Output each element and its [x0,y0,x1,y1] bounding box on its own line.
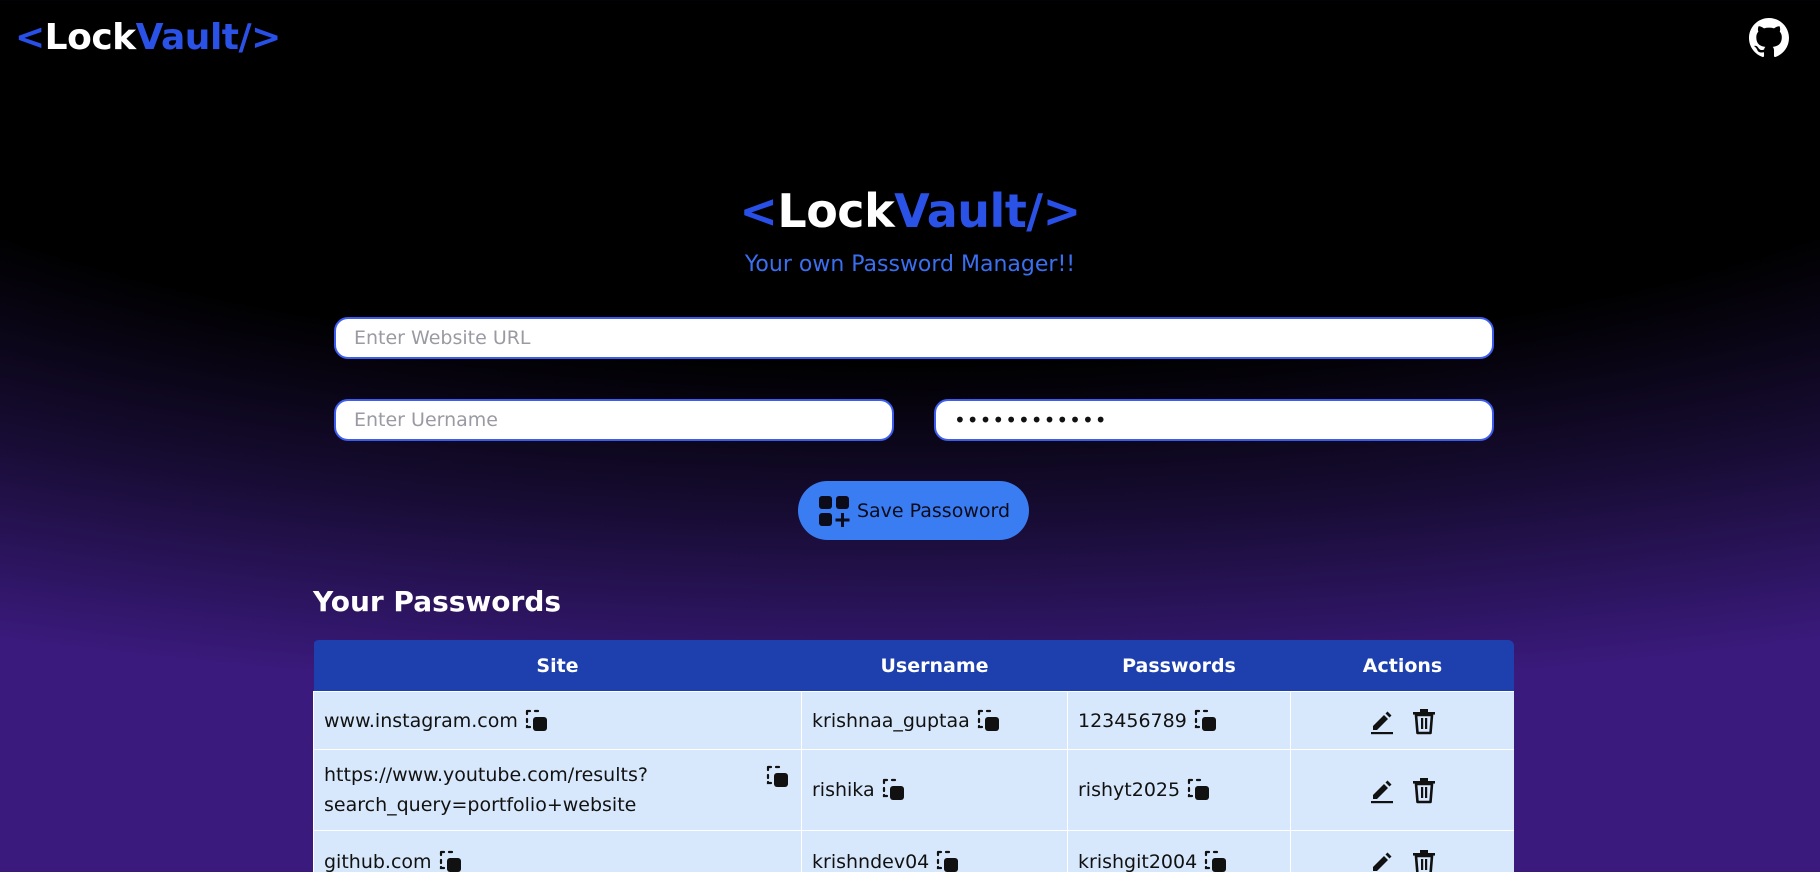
site-text-line-2: search_query=portfolio+website [324,794,637,816]
column-header-username: Username [801,640,1068,692]
password-cell: 123456789 [1067,691,1291,750]
site-text-line-1: https://www.youtube.com/results? [324,764,648,786]
passwords-heading: Your Passwords [313,585,562,618]
website-url-input[interactable] [334,317,1494,359]
delete-icon[interactable] [1410,776,1438,804]
save-password-button[interactable]: Save Passoword [798,481,1029,540]
save-button-label: Save Passoword [856,499,1011,522]
username-text[interactable]: krishndev04 [812,847,929,872]
username-cell: krishndev04 [801,830,1068,872]
column-header-site: Site [313,640,802,692]
password-text[interactable]: 123456789 [1078,706,1187,736]
username-text[interactable]: krishnaa_guptaa [812,706,970,736]
logo-vault-text: Vault/ [135,17,252,58]
column-header-passwords: Passwords [1067,640,1291,692]
username-cell: krishnaa_guptaa [801,691,1068,750]
copy-icon[interactable] [935,849,961,872]
copy-icon[interactable] [438,849,464,872]
logo-lock-text: Lock [44,17,136,58]
password-cell: krishgit2004 [1067,830,1291,872]
site-cell: github.com [313,830,802,872]
hero-logo: <LockVault/> [0,183,1820,239]
edit-icon[interactable] [1368,707,1396,735]
site-text[interactable]: https://www.youtube.com/results? search_… [324,760,648,820]
password-text[interactable]: rishyt2025 [1078,775,1180,805]
actions-cell [1290,830,1514,872]
navbar: <LockVault/> [0,0,1820,76]
copy-icon[interactable] [524,708,550,734]
actions-cell [1290,691,1514,750]
username-input[interactable] [334,399,894,441]
password-input[interactable] [934,399,1494,441]
logo-open-bracket: < [15,17,45,58]
delete-icon[interactable] [1410,707,1438,735]
column-header-actions: Actions [1290,640,1514,692]
logo-vault-text: Vault/ [894,184,1043,238]
password-cell: rishyt2025 [1067,749,1291,831]
passwords-table: Site Username Passwords Actions www.inst… [313,640,1514,872]
table-row: https://www.youtube.com/results? search_… [313,749,1514,831]
logo-open-bracket: < [739,184,778,238]
copy-icon[interactable] [1193,708,1219,734]
github-icon[interactable] [1749,18,1789,58]
copy-icon[interactable] [765,764,791,790]
edit-icon[interactable] [1368,776,1396,804]
edit-icon[interactable] [1368,848,1396,872]
username-cell: rishika [801,749,1068,831]
logo-close-bracket: > [1042,184,1082,238]
site-text[interactable]: github.com [324,847,432,872]
add-grid-icon [818,495,850,527]
site-cell: www.instagram.com [313,691,802,750]
copy-icon[interactable] [881,777,907,803]
logo-close-bracket: > [251,17,281,58]
actions-cell [1290,749,1514,831]
delete-icon[interactable] [1410,848,1438,872]
password-text[interactable]: krishgit2004 [1078,847,1197,872]
tagline: Your own Password Manager!! [744,252,1076,277]
logo-lock-text: Lock [777,184,895,238]
site-cell: https://www.youtube.com/results? search_… [313,749,802,831]
copy-icon[interactable] [1186,777,1212,803]
table-header-row: Site Username Passwords Actions [313,640,1514,692]
table-row: www.instagram.com krishnaa_guptaa 123456… [313,691,1514,750]
site-text[interactable]: www.instagram.com [324,706,518,736]
table-row: github.com krishndev04 krishgit2004 [313,830,1514,872]
copy-icon[interactable] [1203,849,1229,872]
username-text[interactable]: rishika [812,775,875,805]
nav-logo[interactable]: <LockVault/> [15,14,281,62]
copy-icon[interactable] [976,708,1002,734]
